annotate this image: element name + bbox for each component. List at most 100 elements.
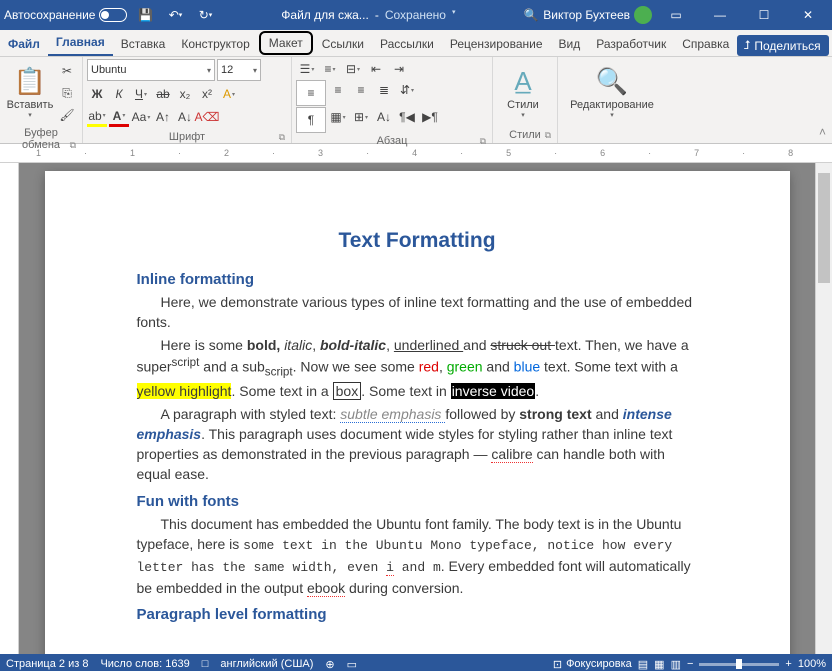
status-macro-icon[interactable]: ▭: [347, 658, 357, 671]
status-spellcheck-icon[interactable]: □: [202, 658, 209, 670]
ribbon-options-icon[interactable]: ▭: [656, 0, 696, 30]
shrink-font-button[interactable]: A↓: [175, 107, 195, 127]
styles-button[interactable]: A̲ Стили ▾: [497, 59, 549, 125]
tab-developer[interactable]: Разработчик: [588, 32, 674, 56]
document-title: Файл для сжа...: [281, 8, 369, 22]
subscript-button[interactable]: x₂: [175, 84, 195, 104]
paste-button[interactable]: 📋 Вставить ▾: [4, 59, 56, 125]
tab-home[interactable]: Главная: [48, 30, 113, 56]
tab-design[interactable]: Конструктор: [173, 32, 257, 56]
focus-mode-button[interactable]: ⊡Фокусировка: [553, 658, 632, 671]
align-center-button[interactable]: ≡: [327, 80, 349, 100]
tab-insert[interactable]: Вставка: [113, 32, 174, 56]
font-name-combo[interactable]: Ubuntu▾: [87, 59, 215, 81]
zoom-slider[interactable]: [699, 663, 779, 666]
clipboard-launcher-icon[interactable]: ⧉: [70, 140, 76, 151]
font-color-button[interactable]: A▾: [109, 107, 129, 127]
copy-icon[interactable]: ⎘: [57, 83, 77, 103]
numbering-button[interactable]: ≡▾: [319, 59, 341, 79]
styles-group-label: Стили: [509, 129, 541, 141]
underline-button[interactable]: Ч▾: [131, 84, 151, 104]
clear-format-button[interactable]: A⌫: [197, 107, 217, 127]
zoom-value[interactable]: 100%: [798, 658, 826, 670]
document-area[interactable]: Text Formatting Inline formatting Here, …: [19, 163, 815, 654]
ltr-button[interactable]: ▶¶: [419, 107, 441, 127]
autosave-toggle[interactable]: [99, 8, 127, 22]
borders-button[interactable]: ⊞▾: [350, 107, 372, 127]
maximize-icon[interactable]: ☐: [744, 0, 784, 30]
heading-inline-formatting[interactable]: Inline formatting: [137, 271, 698, 288]
close-icon[interactable]: ✕: [788, 0, 828, 30]
paragraph-launcher-icon[interactable]: ⧉: [480, 136, 486, 147]
tab-layout[interactable]: Макет: [259, 31, 313, 55]
text-effects-button[interactable]: A▾: [219, 84, 239, 104]
para-2[interactable]: Here is some bold, italic, bold-italic, …: [137, 335, 698, 402]
increase-indent-button[interactable]: ⇥: [388, 59, 410, 79]
para-3[interactable]: A paragraph with styled text: subtle emp…: [137, 404, 698, 485]
bullets-button[interactable]: ☰▾: [296, 59, 318, 79]
justify-button[interactable]: ≣: [373, 80, 395, 100]
status-accessibility-icon[interactable]: ⊕: [325, 658, 334, 671]
tab-mailings[interactable]: Рассылки: [372, 32, 442, 56]
tab-view[interactable]: Вид: [551, 32, 589, 56]
line-spacing-button[interactable]: ⇵▾: [396, 80, 418, 100]
vertical-ruler[interactable]: [0, 163, 19, 654]
workspace: Text Formatting Inline formatting Here, …: [0, 163, 832, 654]
tab-file[interactable]: Файл: [0, 32, 48, 56]
status-language[interactable]: английский (США): [220, 658, 313, 670]
tab-review[interactable]: Рецензирование: [442, 32, 551, 56]
rtl-button[interactable]: ¶◀: [396, 107, 418, 127]
superscript-button[interactable]: x²: [197, 84, 217, 104]
change-case-button[interactable]: Aa▾: [131, 107, 151, 127]
heading-fun-with-fonts[interactable]: Fun with fonts: [137, 493, 698, 510]
view-print-icon[interactable]: ▦: [654, 658, 664, 671]
show-marks-button[interactable]: ¶: [300, 110, 322, 130]
align-right-button[interactable]: ≡: [350, 80, 372, 100]
cut-icon[interactable]: ✂: [57, 61, 77, 81]
grow-font-button[interactable]: A↑: [153, 107, 173, 127]
align-left-button[interactable]: ≡: [300, 83, 322, 103]
highlight-button[interactable]: ab▾: [87, 107, 107, 127]
status-bar: Страница 2 из 8 Число слов: 1639 □ англи…: [0, 654, 832, 671]
save-icon[interactable]: 💾: [133, 3, 157, 27]
share-icon: ⮥: [743, 38, 750, 53]
undo-icon[interactable]: ↶▾: [163, 3, 187, 27]
doc-title[interactable]: Text Formatting: [137, 229, 698, 253]
zoom-out-button[interactable]: −: [687, 658, 693, 670]
minimize-icon[interactable]: —: [700, 0, 740, 30]
font-name-value: Ubuntu: [91, 64, 126, 76]
user-name[interactable]: Виктор Бухтеев: [543, 8, 630, 22]
status-word-count[interactable]: Число слов: 1639: [100, 658, 189, 670]
styles-launcher-icon[interactable]: ⧉: [545, 130, 551, 141]
search-icon[interactable]: 🔍: [519, 3, 543, 27]
saved-status: Сохранено: [385, 8, 446, 22]
user-avatar-icon[interactable]: [634, 6, 652, 24]
status-page[interactable]: Страница 2 из 8: [6, 658, 88, 670]
collapse-ribbon-icon[interactable]: ˄: [819, 57, 832, 143]
tab-references[interactable]: Ссылки: [314, 32, 372, 56]
sort-button[interactable]: A↓: [373, 107, 395, 127]
font-size-combo[interactable]: 12▾: [217, 59, 261, 81]
para-1[interactable]: Here, we demonstrate various types of in…: [137, 292, 698, 333]
shading-button[interactable]: ▦▾: [327, 107, 349, 127]
tab-help[interactable]: Справка: [674, 32, 737, 56]
redo-icon[interactable]: ↻▾: [193, 3, 217, 27]
para-4[interactable]: This document has embedded the Ubuntu fo…: [137, 514, 698, 598]
page[interactable]: Text Formatting Inline formatting Here, …: [45, 171, 790, 654]
font-launcher-icon[interactable]: ⧉: [279, 132, 285, 143]
decrease-indent-button[interactable]: ⇤: [365, 59, 387, 79]
bold-button[interactable]: Ж: [87, 84, 107, 104]
format-painter-icon[interactable]: 🖌: [57, 105, 77, 125]
zoom-in-button[interactable]: +: [785, 658, 791, 670]
view-web-icon[interactable]: ▥: [671, 658, 681, 671]
view-read-icon[interactable]: ▤: [638, 658, 648, 671]
editing-button[interactable]: 🔍 Редактирование ▾: [562, 59, 662, 125]
focus-icon: ⊡: [553, 658, 562, 671]
strike-button[interactable]: ab: [153, 84, 173, 104]
share-button[interactable]: ⮥ Поделиться: [737, 35, 828, 56]
vertical-scrollbar[interactable]: [815, 163, 832, 654]
heading-paragraph-level[interactable]: Paragraph level formatting: [137, 606, 698, 623]
multilevel-button[interactable]: ⊟▾: [342, 59, 364, 79]
italic-button[interactable]: К: [109, 84, 129, 104]
title-bar: Автосохранение 💾 ↶▾ ↻▾ Файл для сжа... -…: [0, 0, 832, 30]
